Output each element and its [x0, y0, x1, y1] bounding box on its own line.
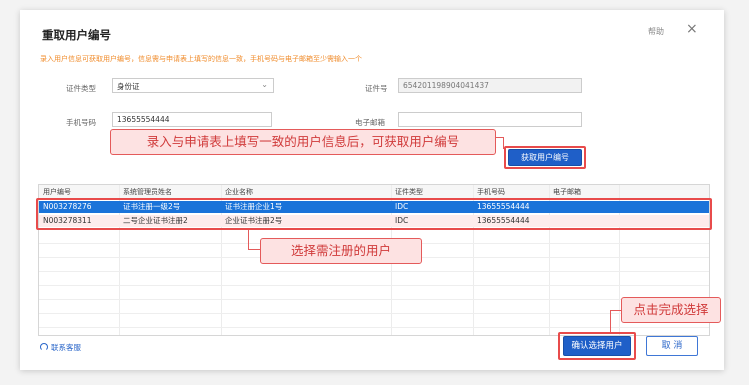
highlight-rows	[36, 198, 712, 230]
help-link[interactable]: 帮助	[648, 26, 664, 37]
email-label: 电子邮箱	[355, 118, 385, 127]
column-header: 用户编号	[43, 188, 71, 196]
callout-select-user: 选择需注册的用户	[260, 238, 422, 264]
id-type-value: 身份证	[117, 82, 140, 91]
instruction-notice: 录入用户信息可获取用户编号，信息需与申请表上填写的信息一致，手机号码与电子邮箱至…	[40, 55, 362, 63]
email-input[interactable]	[398, 112, 582, 127]
row-divider	[39, 313, 709, 314]
contact-support-label: 联系客服	[51, 343, 81, 352]
dialog-title: 重取用户编号	[42, 28, 111, 42]
callout-confirm: 点击完成选择	[621, 297, 721, 323]
cancel-button[interactable]: 取 消	[646, 336, 698, 356]
id-number-label: 证件号	[365, 84, 388, 93]
row-divider	[39, 285, 709, 286]
row-divider	[39, 271, 709, 272]
get-user-id-dialog: 重取用户编号 帮助 × 录入用户信息可获取用户编号，信息需与申请表上填写的信息一…	[20, 10, 724, 370]
callout-connector	[610, 310, 621, 311]
row-divider	[39, 327, 709, 328]
phone-label: 手机号码	[66, 118, 96, 127]
callout-connector	[610, 310, 611, 332]
contact-support-link[interactable]: 联系客服	[40, 342, 81, 353]
close-icon[interactable]: ×	[686, 22, 698, 36]
column-header: 手机号码	[477, 188, 505, 196]
phone-input[interactable]: 13655554444	[112, 112, 272, 127]
id-type-label: 证件类型	[66, 84, 96, 93]
id-type-select[interactable]: 身份证 ⌄	[112, 78, 274, 93]
column-header: 系统管理员姓名	[123, 188, 172, 196]
row-divider	[39, 299, 709, 300]
column-header: 电子邮箱	[553, 188, 581, 196]
id-number-input[interactable]: 654201198904041437	[398, 78, 582, 93]
headset-icon	[40, 343, 48, 351]
column-header: 企业名称	[225, 188, 253, 196]
confirm-select-user-button[interactable]: 确认选择用户	[563, 336, 631, 356]
get-user-id-button[interactable]: 获取用户编号	[508, 149, 582, 166]
callout-enter-info: 录入与申请表上填写一致的用户信息后，可获取用户编号	[110, 129, 496, 155]
callout-connector	[248, 230, 249, 250]
column-header: 证件类型	[395, 188, 423, 196]
chevron-down-icon: ⌄	[261, 80, 268, 89]
callout-connector	[248, 249, 260, 250]
